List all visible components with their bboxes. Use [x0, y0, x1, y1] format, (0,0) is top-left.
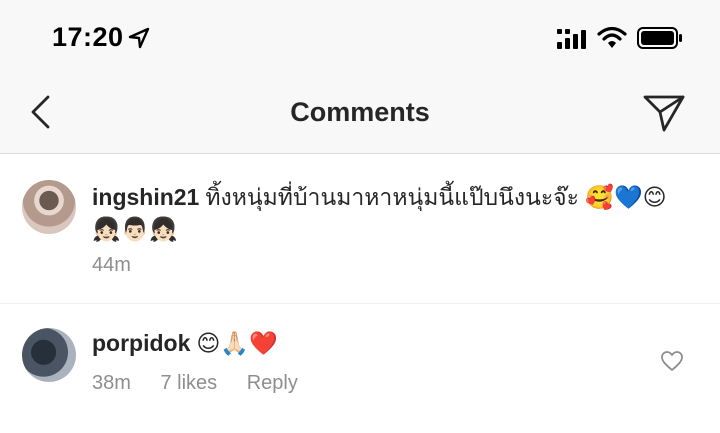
comment-time: 38m	[92, 372, 131, 394]
avatar[interactable]	[22, 180, 76, 234]
battery-icon	[637, 27, 682, 49]
avatar[interactable]	[22, 328, 76, 382]
page-title: Comments	[290, 97, 430, 127]
heart-icon[interactable]	[660, 349, 684, 373]
location-arrow-icon	[128, 27, 150, 49]
divider	[0, 303, 720, 304]
comment-time: 44m	[92, 254, 131, 276]
likes-count[interactable]: 7 likes	[160, 372, 217, 394]
comment-username[interactable]: porpidok	[92, 330, 190, 356]
comment-meta: 38m 7 likes Reply	[92, 372, 322, 395]
comment-text: 😊🙏🏻❤️	[196, 330, 278, 356]
reply-button[interactable]: Reply	[247, 372, 298, 394]
comment-body: ingshin21 ทิ้งหนุ่มที่บ้านมาหาหนุ่มนี้แป๊…	[92, 181, 692, 245]
comment-username[interactable]: ingshin21	[92, 184, 199, 210]
cellular-signal-icon	[557, 29, 586, 49]
status-time: 17:20	[52, 22, 124, 52]
wifi-icon	[597, 26, 627, 48]
comment-meta: 44m	[92, 254, 155, 277]
app-header: 17:20 Comments	[0, 0, 720, 154]
paper-plane-icon[interactable]	[642, 93, 686, 133]
comment-body: porpidok 😊🙏🏻❤️	[92, 327, 692, 359]
